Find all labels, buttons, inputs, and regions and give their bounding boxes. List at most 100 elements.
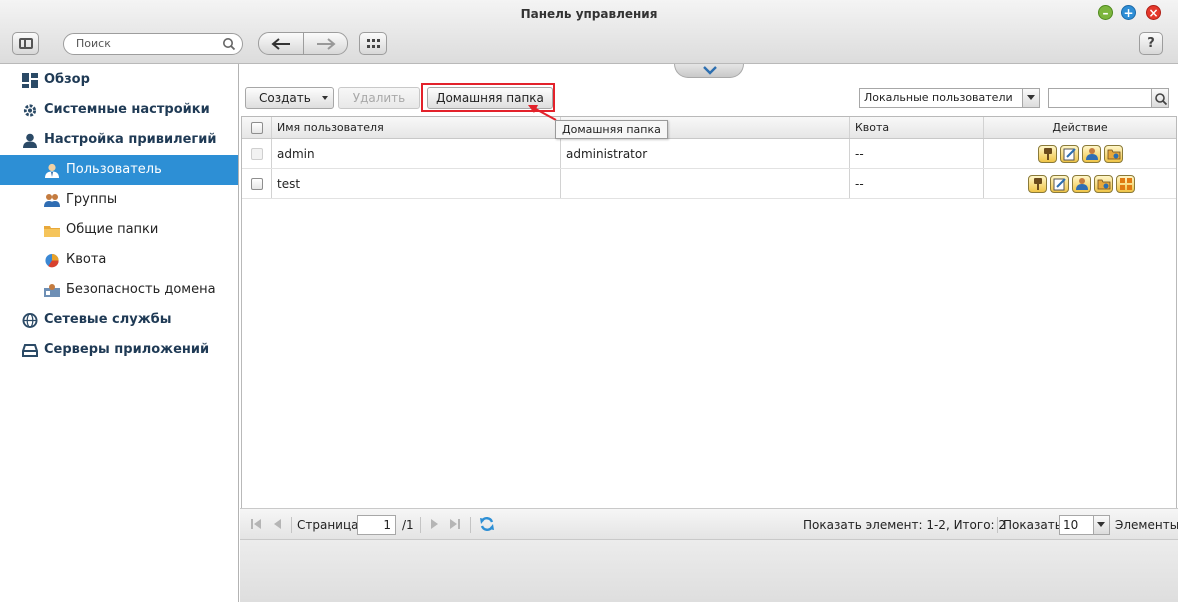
sidebar-toggle-button[interactable] bbox=[12, 32, 39, 55]
search-input[interactable]: Поиск bbox=[63, 33, 243, 55]
folder-icon bbox=[44, 226, 60, 237]
sidebar-item-groups[interactable]: Группы bbox=[0, 185, 238, 215]
pagination-bar: Страница 1 /1 Показать элемент: 1-2, Ито… bbox=[240, 508, 1178, 540]
sidebar-item-label: Квота bbox=[66, 252, 107, 267]
globe-icon bbox=[22, 313, 38, 328]
back-button[interactable] bbox=[258, 32, 304, 55]
sidebar-item-label: Серверы приложений bbox=[44, 342, 210, 357]
close-button[interactable]: × bbox=[1146, 5, 1161, 20]
sidebar-item-user[interactable]: Пользователь bbox=[0, 155, 238, 185]
password-action-icon[interactable] bbox=[1028, 175, 1047, 193]
sidebar: Обзор Системные настройки Настройка прив… bbox=[0, 64, 239, 602]
user-toolbar: Создать Удалить Домашняя папка Локальные… bbox=[240, 78, 1178, 118]
divider bbox=[420, 517, 421, 533]
user-icon bbox=[45, 163, 59, 178]
sidebar-item-quota[interactable]: Квота bbox=[0, 245, 238, 275]
dashboard-icon bbox=[22, 73, 38, 88]
chevron-down-icon[interactable] bbox=[1093, 516, 1109, 534]
column-header-quota[interactable]: Квота bbox=[850, 117, 984, 138]
domain-icon bbox=[44, 284, 60, 297]
column-header-action: Действие bbox=[1052, 121, 1108, 134]
page-number-input[interactable]: 1 bbox=[357, 515, 396, 535]
select-all-cell bbox=[242, 117, 272, 138]
page-label: Страница bbox=[297, 518, 359, 532]
refresh-icon[interactable] bbox=[479, 516, 495, 532]
users-table: Имя пользователя Квота Действие admin ad… bbox=[241, 116, 1177, 570]
sidebar-item-label: Группы bbox=[66, 192, 118, 207]
create-button[interactable]: Создать bbox=[245, 87, 334, 109]
sidebar-item-system-settings[interactable]: Системные настройки bbox=[0, 95, 238, 125]
sidebar-item-label: Сетевые службы bbox=[44, 312, 172, 327]
apps-button[interactable] bbox=[359, 32, 387, 55]
arrow-left-icon bbox=[271, 38, 290, 50]
row-checkbox bbox=[251, 148, 263, 160]
app-privilege-action-icon[interactable] bbox=[1116, 175, 1135, 193]
per-page-value: 10 bbox=[1063, 518, 1079, 532]
sidebar-item-network-services[interactable]: Сетевые службы bbox=[0, 305, 238, 335]
tooltip: Домашняя папка bbox=[555, 120, 668, 139]
cell-description bbox=[561, 169, 850, 198]
minimize-button[interactable]: – bbox=[1098, 5, 1113, 20]
cell-quota: -- bbox=[850, 169, 984, 198]
edit-action-icon[interactable] bbox=[1050, 175, 1069, 193]
cell-actions bbox=[984, 169, 1176, 198]
cell-username: admin bbox=[272, 139, 561, 168]
prev-page-icon[interactable] bbox=[272, 518, 284, 530]
folder-permission-action-icon[interactable] bbox=[1104, 145, 1123, 163]
user-icon bbox=[23, 133, 37, 148]
sidebar-item-domain-security[interactable]: Безопасность домена bbox=[0, 275, 238, 305]
arrow-right-icon bbox=[317, 38, 336, 50]
column-header-username[interactable]: Имя пользователя bbox=[272, 117, 561, 138]
delete-button[interactable]: Удалить bbox=[338, 87, 420, 109]
group-action-icon[interactable] bbox=[1072, 175, 1091, 193]
show-label: Показать bbox=[1003, 518, 1062, 532]
edit-action-icon[interactable] bbox=[1060, 145, 1079, 163]
sidebar-item-overview[interactable]: Обзор bbox=[0, 65, 238, 95]
search-icon bbox=[1155, 93, 1168, 106]
group-action-icon[interactable] bbox=[1082, 145, 1101, 163]
chevron-down-icon bbox=[322, 96, 328, 100]
sidebar-item-label: Безопасность домена bbox=[66, 282, 216, 297]
row-checkbox-cell bbox=[242, 169, 272, 198]
last-page-icon[interactable] bbox=[449, 518, 461, 530]
grid-icon bbox=[367, 39, 380, 48]
row-checkbox-cell bbox=[242, 139, 272, 168]
sidebar-item-privilege-settings[interactable]: Настройка привилегий bbox=[0, 125, 238, 155]
password-action-icon[interactable] bbox=[1038, 145, 1057, 163]
footer-area bbox=[240, 540, 1178, 602]
maximize-button[interactable]: + bbox=[1121, 5, 1136, 20]
items-label: Элементы bbox=[1115, 518, 1178, 532]
users-group-icon bbox=[44, 194, 60, 207]
help-button[interactable]: ? bbox=[1139, 32, 1163, 55]
cell-description: administrator bbox=[561, 139, 850, 168]
select-all-checkbox[interactable] bbox=[251, 122, 263, 134]
search-icon[interactable] bbox=[222, 37, 236, 51]
sidebar-item-app-servers[interactable]: Серверы приложений bbox=[0, 335, 238, 365]
sidebar-item-shared-folders[interactable]: Общие папки bbox=[0, 215, 238, 245]
first-page-icon[interactable] bbox=[250, 518, 262, 530]
create-button-label: Создать bbox=[259, 91, 311, 105]
per-page-select[interactable]: 10 bbox=[1059, 515, 1110, 535]
table-header: Имя пользователя Квота Действие bbox=[242, 117, 1176, 139]
user-search-input[interactable] bbox=[1048, 88, 1153, 108]
user-type-select[interactable]: Локальные пользователи bbox=[859, 88, 1040, 108]
window-title: Панель управления bbox=[520, 7, 658, 21]
sidebar-item-label: Пользователь bbox=[66, 162, 162, 177]
user-type-selected: Локальные пользователи bbox=[864, 91, 1013, 104]
gear-icon bbox=[23, 104, 37, 117]
divider bbox=[291, 517, 292, 533]
folder-permission-action-icon[interactable] bbox=[1094, 175, 1113, 193]
collapse-header-button[interactable] bbox=[674, 64, 744, 78]
row-checkbox[interactable] bbox=[251, 178, 263, 190]
divider bbox=[997, 517, 998, 533]
sidebar-item-label: Обзор bbox=[44, 72, 90, 87]
table-row[interactable]: admin administrator -- bbox=[242, 139, 1176, 169]
user-search-button[interactable] bbox=[1151, 88, 1169, 108]
sidebar-item-label: Настройка привилегий bbox=[44, 132, 217, 147]
forward-button[interactable] bbox=[303, 32, 348, 55]
chevron-down-icon[interactable] bbox=[1022, 89, 1039, 107]
table-row[interactable]: test -- bbox=[242, 169, 1176, 199]
main-panel: Создать Удалить Домашняя папка Локальные… bbox=[240, 64, 1178, 602]
sidebar-item-label: Общие папки bbox=[66, 222, 159, 237]
next-page-icon[interactable] bbox=[428, 518, 440, 530]
